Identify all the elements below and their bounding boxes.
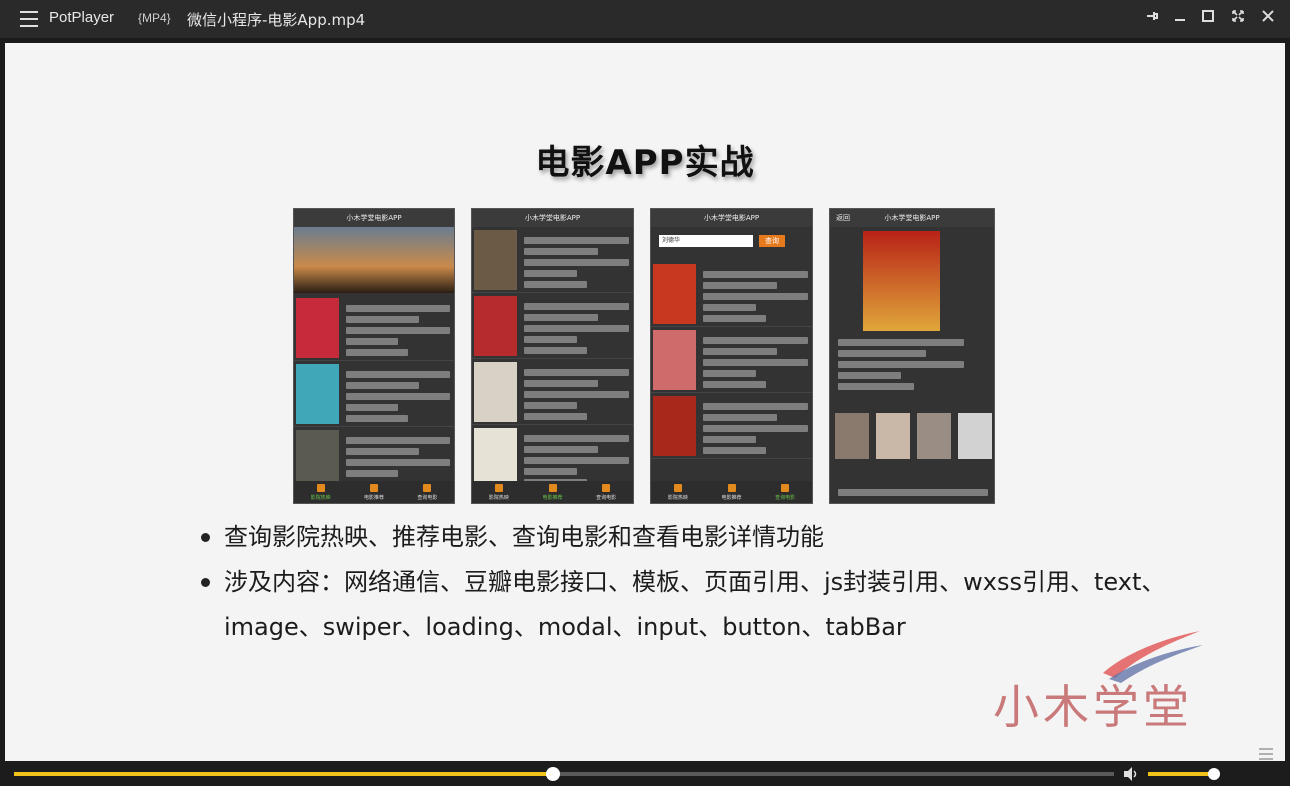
tab-search: 查询电影 xyxy=(579,481,633,503)
phone-screenshot-detail: 返回 小木学堂电影APP xyxy=(829,208,995,504)
phone-screenshot-search: 小木学堂电影APP 刘德华 查询 影院热映 电影推荐 查询电影 xyxy=(650,208,813,504)
app-name: PotPlayer xyxy=(49,9,115,26)
tab-hot: 影院热映 xyxy=(294,481,347,503)
tab-recommend: 电影推荐 xyxy=(526,481,580,503)
watermark-logo: 小木学堂 xyxy=(993,680,1193,734)
video-frame[interactable]: 电影APP实战 小木学堂电影APP 影院热映 电影推荐 查询电影 小木学堂电影A… xyxy=(5,43,1285,761)
cast-photo xyxy=(958,413,992,459)
format-tag: {MP4} xyxy=(138,11,171,25)
phone-header: 返回 小木学堂电影APP xyxy=(830,209,994,227)
list-item xyxy=(294,361,454,427)
title-bar: PotPlayer {MP4} 微信小程序-电影App.mp4 xyxy=(0,0,1290,38)
phone-header: 小木学堂电影APP xyxy=(294,209,454,227)
tab-search: 查询电影 xyxy=(758,481,812,503)
tab-hot: 影院热映 xyxy=(651,481,705,503)
tab-recommend: 电影推荐 xyxy=(347,481,400,503)
cast-photo xyxy=(835,413,869,459)
search-input: 刘德华 xyxy=(659,235,753,247)
list-item xyxy=(472,293,633,359)
seek-progress xyxy=(14,772,553,776)
tab-search: 查询电影 xyxy=(401,481,454,503)
list-item xyxy=(472,227,633,293)
back-link: 返回 xyxy=(836,214,850,222)
detail-info xyxy=(838,339,964,394)
phone-screenshot-hot: 小木学堂电影APP 影院热映 电影推荐 查询电影 xyxy=(293,208,455,504)
seek-bar[interactable] xyxy=(14,767,1114,781)
detail-poster xyxy=(863,231,940,331)
seek-handle[interactable] xyxy=(546,767,560,781)
list-item xyxy=(651,393,812,459)
phone-tabbar: 影院热映 电影推荐 查询电影 xyxy=(294,481,454,503)
search-button: 查询 xyxy=(759,235,785,247)
volume-level xyxy=(1148,772,1215,776)
detail-summary xyxy=(838,489,988,500)
close-icon[interactable] xyxy=(1258,8,1278,28)
volume-slider[interactable] xyxy=(1148,768,1221,780)
bullet-item: 查询影院热映、推荐电影、查询电影和查看电影详情功能 xyxy=(199,515,1259,560)
phone-header: 小木学堂电影APP xyxy=(651,209,812,227)
pin-icon[interactable] xyxy=(1142,8,1162,28)
list-item xyxy=(651,327,812,393)
fullscreen-icon[interactable] xyxy=(1228,8,1248,28)
file-name: 微信小程序-电影App.mp4 xyxy=(187,11,366,29)
playlist-icon[interactable] xyxy=(1259,745,1273,760)
maximize-icon[interactable] xyxy=(1198,8,1218,28)
list-item xyxy=(472,359,633,425)
volume-icon[interactable] xyxy=(1122,766,1140,782)
cast-photo xyxy=(876,413,910,459)
phone-screenshot-recommend: 小木学堂电影APP 影院热映 电影推荐 查询电影 xyxy=(471,208,634,504)
tab-hot: 影院热映 xyxy=(472,481,526,503)
phone-header-title: 小木学堂电影APP xyxy=(884,214,940,222)
phone-tabbar: 影院热映 电影推荐 查询电影 xyxy=(472,481,633,503)
volume-handle[interactable] xyxy=(1208,768,1221,780)
slide-title: 电影APP实战 xyxy=(535,143,755,183)
minimize-icon[interactable] xyxy=(1170,8,1190,28)
list-item xyxy=(651,261,812,327)
list-item xyxy=(294,295,454,361)
player-controls xyxy=(0,761,1290,783)
phone-header: 小木学堂电影APP xyxy=(472,209,633,227)
tab-recommend: 电影推荐 xyxy=(705,481,759,503)
banner-image xyxy=(294,227,454,293)
menu-icon[interactable] xyxy=(20,11,38,27)
phone-tabbar: 影院热映 电影推荐 查询电影 xyxy=(651,481,812,503)
cast-photo xyxy=(917,413,951,459)
